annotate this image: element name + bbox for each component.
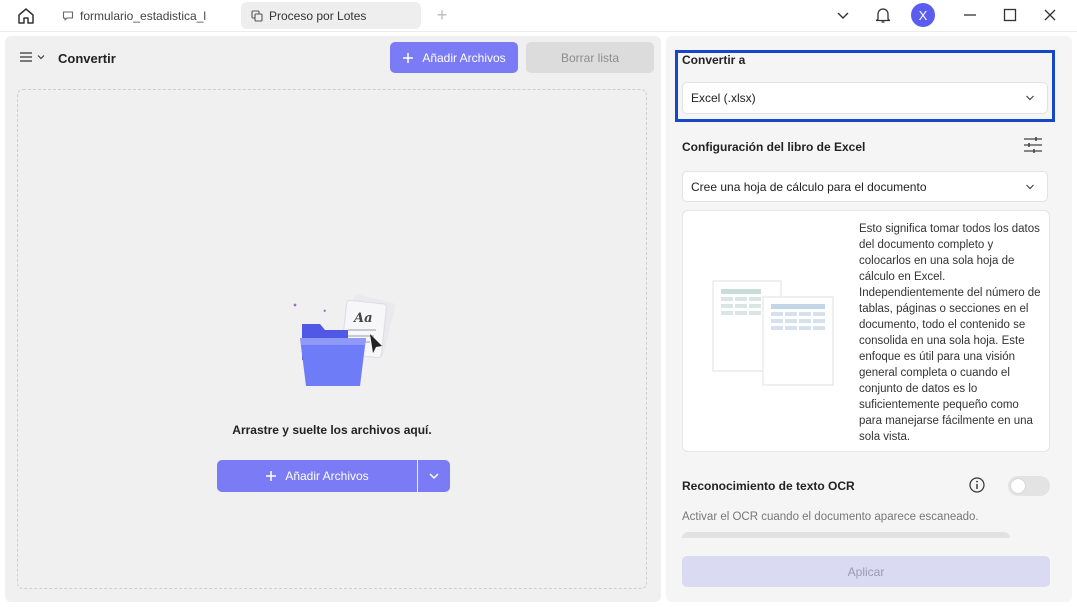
ocr-options-strip bbox=[682, 532, 1010, 538]
new-tab-button[interactable]: + bbox=[432, 5, 452, 25]
tab-document[interactable]: formulario_estadistica_l bbox=[52, 2, 234, 29]
chevron-down-icon bbox=[37, 55, 45, 60]
minimize-button[interactable] bbox=[958, 4, 982, 26]
ocr-description: Activar el OCR cuando el documento apare… bbox=[682, 511, 979, 523]
comment-icon bbox=[62, 10, 74, 22]
add-files-options-button[interactable] bbox=[418, 460, 450, 492]
svg-text:Aa: Aa bbox=[352, 311, 373, 326]
mode-description-text: Esto significa tomar todos los datos del… bbox=[859, 223, 1041, 443]
chevron-down-icon bbox=[837, 12, 849, 19]
drop-instructions: Arrastre y suelte los archivos aquí. bbox=[232, 423, 432, 437]
clear-list-button[interactable]: Borrar lista bbox=[526, 42, 654, 73]
add-files-center-label: Añadir Archivos bbox=[285, 469, 369, 483]
add-files-button[interactable]: Añadir Archivos bbox=[390, 42, 518, 73]
ocr-label: Reconocimiento de texto OCR bbox=[682, 479, 855, 493]
close-icon bbox=[1044, 9, 1056, 21]
menu-button[interactable] bbox=[19, 50, 45, 64]
minimize-icon bbox=[964, 14, 976, 16]
home-button[interactable] bbox=[12, 4, 40, 28]
home-icon bbox=[18, 8, 34, 24]
avatar[interactable]: X bbox=[911, 3, 935, 27]
file-list-panel: Convertir Añadir Archivos Borrar lista A… bbox=[5, 36, 661, 602]
plus-icon bbox=[403, 52, 414, 63]
worksheet-mode-value: Cree una hoja de cálculo para el documen… bbox=[691, 179, 927, 194]
tabs-dropdown-button[interactable] bbox=[832, 4, 854, 26]
notifications-button[interactable] bbox=[872, 4, 894, 26]
folder-documents-illustration: Aa bbox=[293, 294, 396, 386]
chevron-down-icon bbox=[1025, 95, 1035, 102]
convert-to-label: Convertir a bbox=[682, 53, 746, 67]
sliders-icon[interactable] bbox=[1022, 134, 1044, 156]
workbook-settings-label: Configuración del libro de Excel bbox=[682, 140, 866, 154]
add-files-center-button[interactable]: Añadir Archivos bbox=[217, 460, 417, 492]
title-bar: formulario_estadistica_l Proceso por Lot… bbox=[0, 0, 1077, 32]
bell-icon bbox=[875, 8, 891, 23]
format-value: Excel (.xlsx) bbox=[691, 91, 756, 105]
chevron-down-icon bbox=[429, 473, 439, 480]
drop-zone[interactable]: Aa Arrastre y suelte los archivos aquí. … bbox=[17, 89, 647, 589]
toggle-knob bbox=[1011, 479, 1025, 493]
format-select[interactable]: Excel (.xlsx) bbox=[682, 82, 1048, 114]
tab-label: formulario_estadistica_l bbox=[80, 8, 207, 23]
tab-batch-process[interactable]: Proceso por Lotes bbox=[241, 2, 421, 29]
ocr-toggle[interactable] bbox=[1008, 476, 1050, 496]
plus-icon bbox=[266, 471, 277, 481]
add-files-label: Añadir Archivos bbox=[422, 50, 506, 65]
worksheet-mode-select[interactable]: Cree una hoja de cálculo para el documen… bbox=[682, 171, 1048, 202]
maximize-button[interactable] bbox=[998, 4, 1022, 26]
hamburger-icon bbox=[20, 52, 32, 62]
close-button[interactable] bbox=[1038, 4, 1062, 26]
spreadsheet-illustration bbox=[712, 280, 834, 386]
maximize-icon bbox=[1003, 8, 1017, 22]
mode-description-card: Esto significa tomar todos los datos del… bbox=[682, 210, 1050, 452]
page-title: Convertir bbox=[58, 51, 116, 66]
info-icon[interactable] bbox=[968, 476, 986, 494]
chevron-down-icon bbox=[1025, 183, 1035, 190]
apply-button[interactable]: Aplicar bbox=[682, 556, 1050, 587]
conversion-settings-panel: Convertir a Excel (.xlsx) Configuración … bbox=[666, 36, 1072, 602]
batch-icon bbox=[251, 9, 263, 22]
tab-label: Proceso por Lotes bbox=[269, 8, 367, 23]
